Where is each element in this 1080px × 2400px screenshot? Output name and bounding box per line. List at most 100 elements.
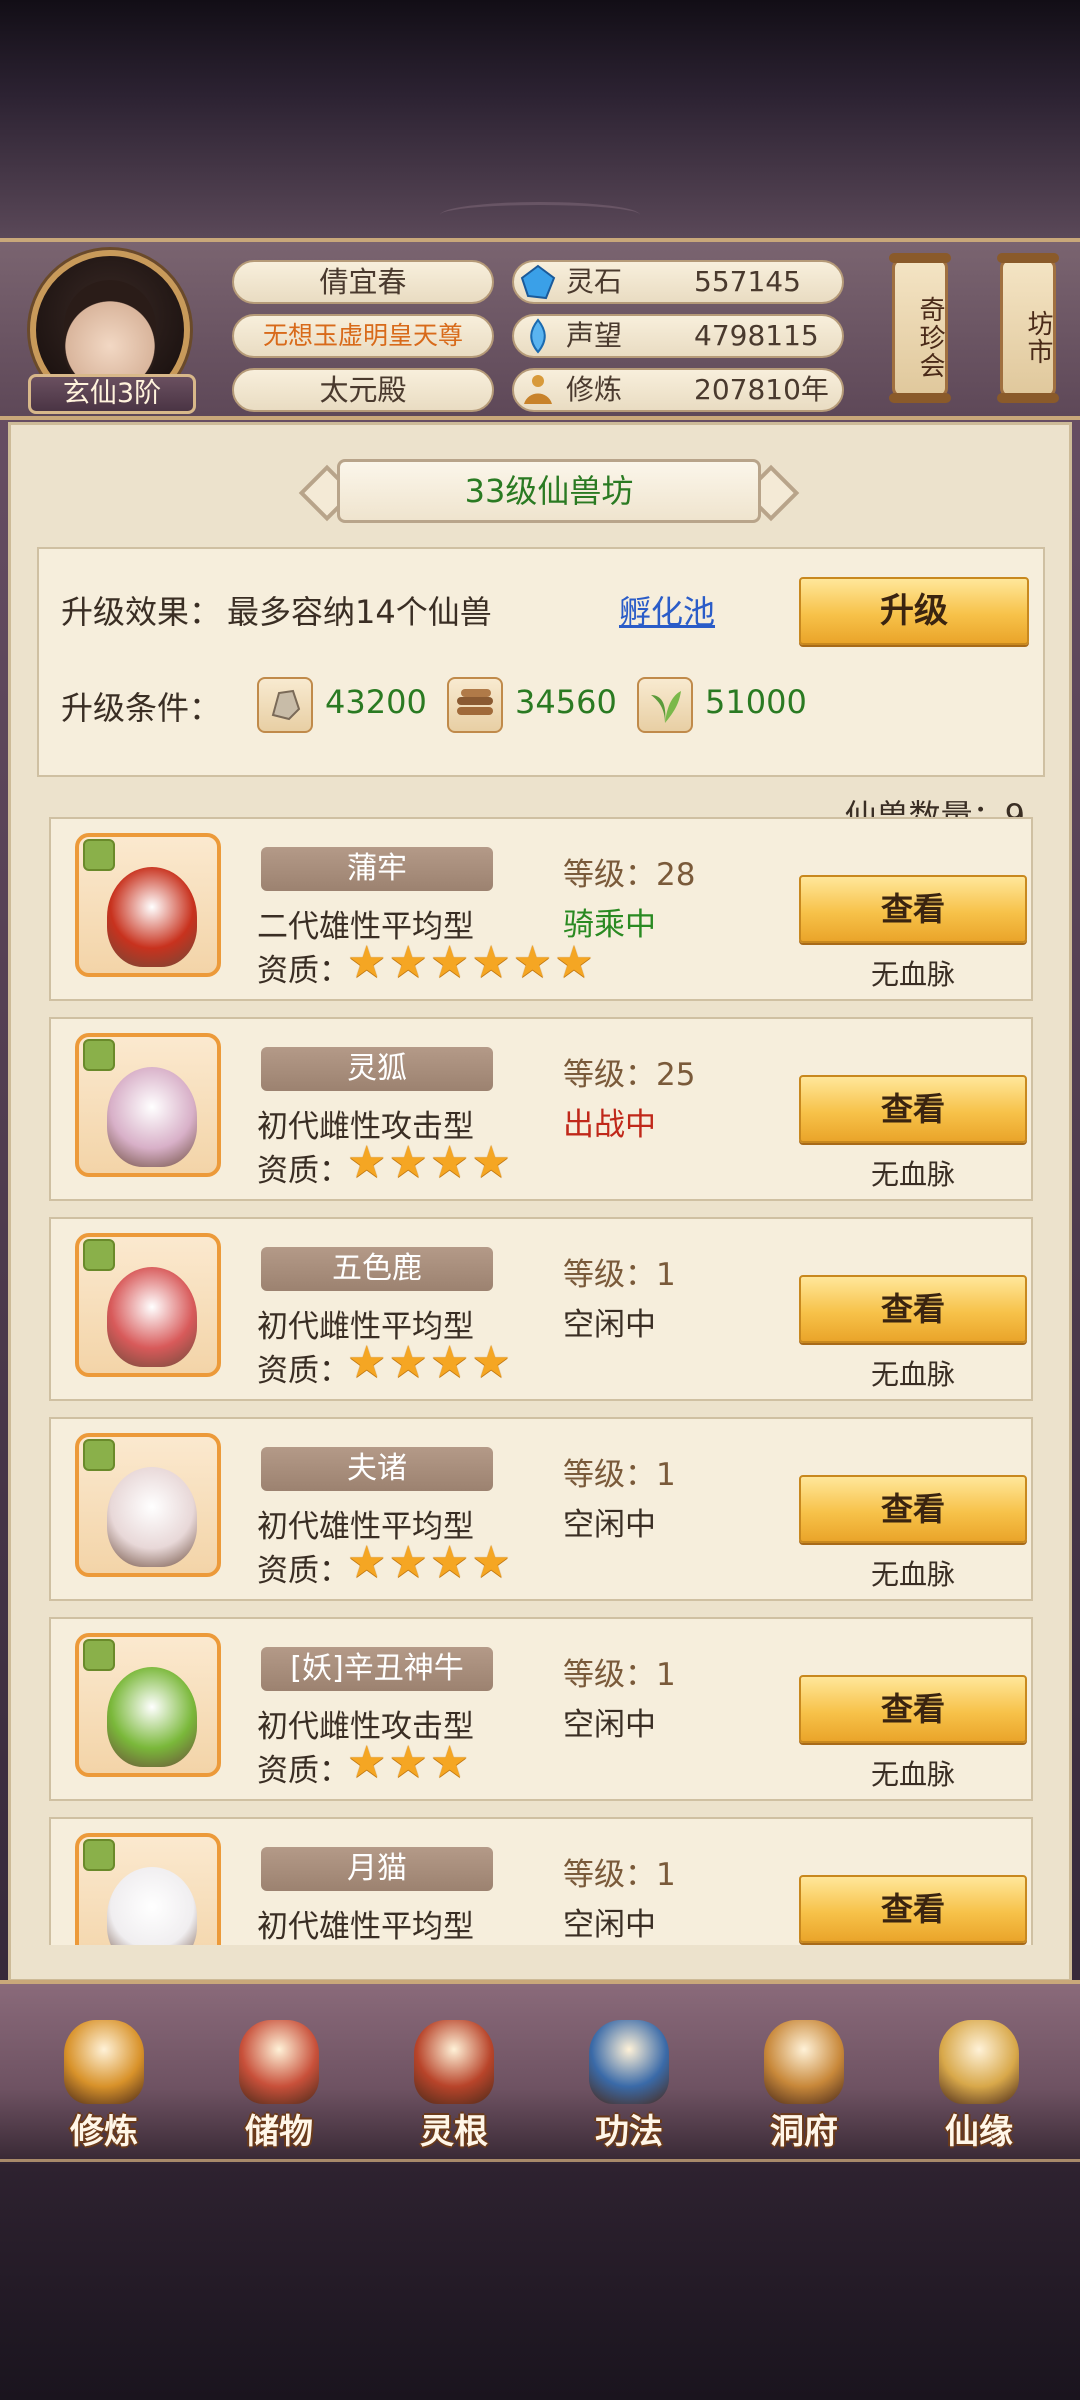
nav-technique[interactable]: 功法 [559, 1984, 699, 2164]
beast-level: 等级：25 [563, 1057, 696, 1093]
herb-icon[interactable] [637, 677, 693, 733]
beast-status: 空闲中 [563, 1307, 656, 1343]
ore-icon[interactable] [257, 677, 313, 733]
nav-label: 修炼 [70, 2112, 138, 2152]
beast-name: 月猫 [261, 1847, 493, 1891]
material-value: 51000 [705, 683, 807, 721]
player-title[interactable]: 无想玉虚明皇天尊 [232, 314, 494, 358]
beast-image [107, 1467, 197, 1567]
quality-label: 资质： [257, 1753, 350, 1789]
view-button[interactable]: 查看 [799, 1475, 1027, 1543]
beast-portrait[interactable] [75, 1633, 221, 1777]
nav-storage[interactable]: 储物 [209, 1984, 349, 2164]
nav-label: 洞府 [770, 2112, 838, 2152]
beast-card[interactable]: 夫诸 初代雄性平均型 资质： ★★★★ 等级：1 空闲中 查看 无血脉 [49, 1417, 1033, 1601]
lock-icon[interactable] [83, 1439, 115, 1471]
beast-list[interactable]: 蒲牢 二代雄性平均型 资质： ★★★★★★ 等级：28 骑乘中 查看 无血脉 灵… [37, 817, 1045, 1945]
view-button[interactable]: 查看 [799, 1075, 1027, 1143]
player-name: 倩宜春 [232, 260, 494, 304]
beast-status: 空闲中 [563, 1707, 656, 1743]
quality-label: 资质： [257, 1553, 350, 1589]
beast-portrait[interactable] [75, 1833, 221, 1945]
hatch-pool-link[interactable]: 孵化池 [619, 587, 715, 633]
nav-spirit-root[interactable]: 灵根 [384, 1984, 524, 2164]
beast-name: [妖]辛丑神牛 [261, 1647, 493, 1691]
beast-image [107, 1667, 197, 1767]
beast-card[interactable]: 月猫 初代雄性平均型 资质： 等级：1 空闲中 查看 [49, 1817, 1033, 1945]
beast-portrait[interactable] [75, 1233, 221, 1377]
resource-value: 4798115 [694, 319, 819, 352]
bloodline-text: 无血脉 [871, 1158, 956, 1191]
nav-label: 功法 [595, 2112, 663, 2152]
beast-portrait[interactable] [75, 1033, 221, 1177]
beast-image [107, 867, 197, 967]
view-button[interactable]: 查看 [799, 875, 1027, 943]
quality-label: 资质： [257, 953, 350, 989]
bloodline-text: 无血脉 [871, 958, 956, 991]
prestige-icon [530, 318, 546, 354]
nav-fate-icon [939, 2020, 1019, 2104]
panel-title: 33级仙兽坊 [337, 459, 761, 523]
beast-level: 等级：1 [563, 1457, 676, 1493]
beast-card[interactable]: 蒲牢 二代雄性平均型 资质： ★★★★★★ 等级：28 骑乘中 查看 无血脉 [49, 817, 1033, 1001]
beast-status: 空闲中 [563, 1507, 656, 1543]
resource-prestige: 声望 4798115 [512, 314, 844, 358]
quality-stars: ★★★★★★ [347, 937, 596, 988]
view-button[interactable]: 查看 [799, 1875, 1027, 1943]
upgrade-box: 升级效果： 最多容纳14个仙兽 孵化池 升级 升级条件： 43200 34560… [37, 547, 1045, 777]
upgrade-cond-label: 升级条件： [61, 689, 222, 727]
view-button[interactable]: 查看 [799, 1275, 1027, 1343]
nav-fate[interactable]: 仙缘 [909, 1984, 1049, 2164]
view-button[interactable]: 查看 [799, 1675, 1027, 1743]
material-value: 43200 [325, 683, 427, 721]
market-button[interactable]: 坊市 [997, 253, 1059, 403]
quality-stars: ★★★★ [347, 1537, 513, 1588]
quality-label: 资质： [257, 1153, 350, 1189]
beast-level: 等级：1 [563, 1257, 676, 1293]
lock-icon[interactable] [83, 1239, 115, 1271]
bloodline-text: 无血脉 [871, 1758, 956, 1791]
beast-name: 灵狐 [261, 1047, 493, 1091]
resource-cultivation: 修炼 207810年 [512, 368, 844, 412]
nav-storage-icon [239, 2020, 319, 2104]
resource-spirit-stone: 灵石 557145 [512, 260, 844, 304]
lock-icon[interactable] [83, 1839, 115, 1871]
beast-level: 等级：28 [563, 857, 696, 893]
nav-cave[interactable]: 洞府 [734, 1984, 874, 2164]
beast-status: 骑乘中 [563, 907, 656, 943]
top-ornament [440, 202, 640, 228]
resource-label: 灵石 [566, 265, 623, 298]
beast-level: 等级：1 [563, 1857, 676, 1893]
beast-image [107, 1067, 197, 1167]
nav-label: 仙缘 [945, 2112, 1013, 2152]
player-sect: 太元殿 [232, 368, 494, 412]
beast-status: 出战中 [563, 1107, 656, 1143]
nav-cultivate[interactable]: 修炼 [34, 1984, 174, 2164]
beast-status: 空闲中 [563, 1907, 656, 1943]
treasure-fair-button[interactable]: 奇珍会 [889, 253, 951, 403]
beast-level: 等级：1 [563, 1657, 676, 1693]
beast-card[interactable]: 五色鹿 初代雌性平均型 资质： ★★★★ 等级：1 空闲中 查看 无血脉 [49, 1217, 1033, 1401]
lock-icon[interactable] [83, 1639, 115, 1671]
beast-workshop-panel: 33级仙兽坊 升级效果： 最多容纳14个仙兽 孵化池 升级 升级条件： 4320… [8, 422, 1072, 1982]
beast-desc: 初代雄性平均型 [257, 1909, 474, 1945]
material-value: 34560 [515, 683, 617, 721]
resource-label: 修炼 [566, 373, 623, 406]
beast-image [107, 1267, 197, 1367]
bloodline-text: 无血脉 [871, 1358, 956, 1391]
quality-stars: ★★★★ [347, 1137, 513, 1188]
lock-icon[interactable] [83, 839, 115, 871]
nav-cultivate-icon [64, 2020, 144, 2104]
bloodline-text: 无血脉 [871, 1558, 956, 1591]
beast-image [107, 1867, 197, 1945]
beast-card[interactable]: 灵狐 初代雌性攻击型 资质： ★★★★ 等级：25 出战中 查看 无血脉 [49, 1017, 1033, 1201]
beast-portrait[interactable] [75, 833, 221, 977]
lock-icon[interactable] [83, 1039, 115, 1071]
beast-portrait[interactable] [75, 1433, 221, 1577]
player-header: 玄仙3阶 倩宜春 无想玉虚明皇天尊 太元殿 灵石 557145 声望 47981… [0, 238, 1080, 420]
beast-name: 五色鹿 [261, 1247, 493, 1291]
nav-cave-icon [764, 2020, 844, 2104]
beast-card[interactable]: [妖]辛丑神牛 初代雌性攻击型 资质： ★★★ 等级：1 空闲中 查看 无血脉 [49, 1617, 1033, 1801]
upgrade-button[interactable]: 升级 [799, 577, 1029, 645]
wood-icon[interactable] [447, 677, 503, 733]
